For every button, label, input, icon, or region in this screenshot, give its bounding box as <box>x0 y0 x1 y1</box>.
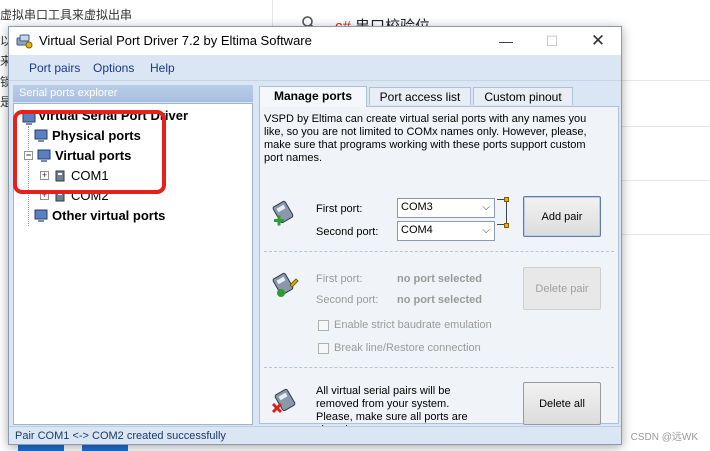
manage-ports-panel: VSPD by Eltima can create virtual serial… <box>259 106 619 436</box>
pc-icon <box>34 209 48 222</box>
section-divider <box>264 367 614 368</box>
chevron-down-icon: ⌵ <box>482 225 490 236</box>
explorer-header: Serial ports explorer <box>13 85 253 102</box>
first-port-label: First port: <box>316 203 363 215</box>
tab-port-access-list[interactable]: Port access list <box>369 87 471 105</box>
close-button[interactable]: ✕ <box>575 27 621 55</box>
section-divider <box>264 251 614 252</box>
add-pair-button[interactable]: Add pair <box>523 196 601 237</box>
strict-baudrate-checkbox[interactable] <box>318 320 329 331</box>
delete-second-port-label: Second port: <box>316 294 379 306</box>
first-port-select[interactable]: COM3 ⌵ <box>397 198 495 218</box>
delete-pair-button[interactable]: Delete pair <box>523 267 601 310</box>
title-bar[interactable]: Virtual Serial Port Driver 7.2 by Eltima… <box>9 27 621 55</box>
menu-port-pairs[interactable]: Port pairs <box>29 61 80 75</box>
second-port-value: COM4 <box>401 224 433 236</box>
description-text: VSPD by Eltima can create virtual serial… <box>264 113 587 164</box>
connector-dot <box>504 223 509 228</box>
chevron-down-icon: ⌵ <box>482 202 490 213</box>
break-line-label: Break line/Restore connection <box>334 342 481 354</box>
menu-bar: Port pairs Options Help <box>9 55 621 81</box>
status-bar: Pair COM1 <-> COM2 created successfully <box>9 426 621 444</box>
tab-manage-ports[interactable]: Manage ports <box>259 86 367 107</box>
window-title: Virtual Serial Port Driver 7.2 by Eltima… <box>39 33 312 48</box>
background-divider <box>622 234 710 235</box>
pair-bracket <box>497 199 507 225</box>
background-divider <box>622 80 710 81</box>
strict-baudrate-label: Enable strict baudrate emulation <box>334 319 492 331</box>
vspd-window: Virtual Serial Port Driver 7.2 by Eltima… <box>8 26 622 445</box>
background-divider <box>622 180 710 181</box>
app-icon <box>16 34 33 49</box>
first-port-value: COM3 <box>401 201 433 213</box>
delete-all-button[interactable]: Delete all <box>523 382 601 425</box>
tree-other-label: Other virtual ports <box>52 208 166 223</box>
second-port-label: Second port: <box>316 226 379 238</box>
second-port-select[interactable]: COM4 ⌵ <box>397 221 495 241</box>
menu-help[interactable]: Help <box>150 61 175 75</box>
break-line-checkbox[interactable] <box>318 343 329 354</box>
connector-dot <box>504 197 509 202</box>
annotation-highlight-box <box>13 110 166 194</box>
delete-first-port-label: First port: <box>316 273 363 285</box>
delete-pair-icon <box>272 272 299 297</box>
add-pair-icon <box>272 200 294 226</box>
tab-custom-pinout[interactable]: Custom pinout <box>473 87 573 105</box>
background-snippet: 虚拟串口工具来虚拟出串 <box>0 8 133 22</box>
tree-other-virtual-ports[interactable]: Other virtual ports <box>34 208 165 223</box>
maximize-button[interactable]: ☐ <box>529 27 575 55</box>
background-divider <box>622 126 710 127</box>
delete-second-port-value: no port selected <box>397 294 482 306</box>
menu-options[interactable]: Options <box>93 61 134 75</box>
delete-first-port-value: no port selected <box>397 273 482 285</box>
minimize-button[interactable]: — <box>483 27 529 55</box>
watermark: CSDN @远WK <box>630 432 698 443</box>
delete-all-icon <box>271 388 296 414</box>
